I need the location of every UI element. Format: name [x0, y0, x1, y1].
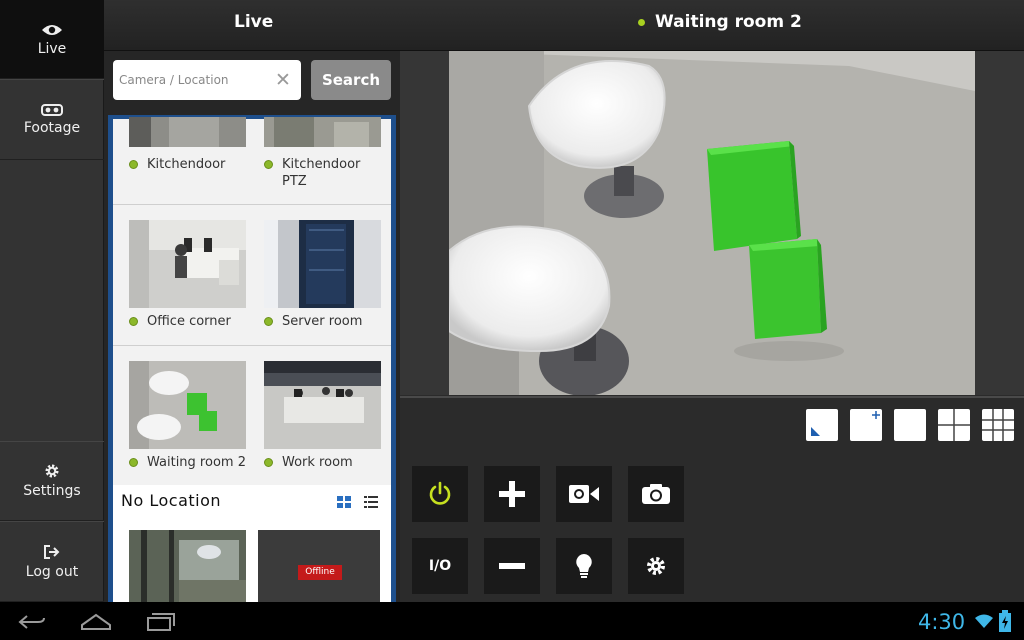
sidebar: Live Footage Settings Log out: [0, 0, 104, 602]
plus-icon: [499, 481, 525, 507]
camera-thumbnail: [129, 361, 246, 449]
camera-title-text: Waiting room 2: [655, 12, 802, 32]
video-camera-icon: [569, 485, 599, 503]
location-group: Kitchendoor Kitchendoor PTZ Office corne…: [113, 117, 391, 487]
divider: [400, 396, 1024, 398]
video-letterbox-left: [400, 51, 449, 395]
zoom-out-button[interactable]: [484, 538, 540, 594]
camera-thumbnail: [264, 117, 381, 147]
layout-add-button[interactable]: [850, 409, 882, 441]
status-indicator: [129, 160, 138, 169]
camera-settings-button[interactable]: [628, 538, 684, 594]
status-indicator: [129, 317, 138, 326]
header: Live Waiting room 2: [104, 0, 1024, 51]
power-icon: [429, 481, 451, 505]
camera-thumbnail: [129, 220, 246, 308]
camera-thumbnail: Offline: [258, 530, 380, 602]
sidebar-item-label: Footage: [23, 119, 81, 136]
layout-2x2-button[interactable]: [938, 409, 970, 441]
home-icon[interactable]: [80, 613, 112, 631]
video-letterbox-right: [975, 51, 1024, 395]
light-bulb-icon: [576, 554, 592, 578]
camera-thumbnail: [264, 361, 381, 449]
logout-icon: [44, 544, 60, 559]
search-button[interactable]: Search: [311, 60, 391, 100]
light-button[interactable]: [556, 538, 612, 594]
sidebar-item-footage[interactable]: Footage: [0, 79, 104, 160]
status-indicator: [264, 458, 273, 467]
camera-label: Waiting room 2: [129, 454, 246, 471]
tape-icon: [41, 103, 63, 116]
camera-label: Kitchendoor: [129, 156, 225, 173]
system-bar: 4:30: [0, 602, 1024, 640]
grid-2x2-icon: [938, 409, 970, 441]
sidebar-item-live[interactable]: Live: [0, 0, 104, 79]
camera-icon: [642, 484, 670, 504]
location-group-no-location: No Location Offline: [113, 485, 391, 602]
location-title: No Location: [121, 491, 222, 510]
sidebar-item-label: Settings: [23, 483, 81, 499]
expand-icon: [811, 427, 820, 436]
table-row: Office corner Server room: [113, 205, 391, 346]
sidebar-item-settings[interactable]: Settings: [0, 441, 104, 521]
eye-icon: [42, 24, 62, 35]
layout-3x3-button[interactable]: [982, 409, 1014, 441]
layout-fullscreen-button[interactable]: [806, 409, 838, 441]
grid-3x3-icon: [982, 409, 1014, 441]
camera-panel: ✕ Search Kitchendoor Kitch: [104, 51, 400, 602]
camera-label: Work room: [264, 454, 353, 471]
gear-icon: [647, 557, 665, 575]
io-button[interactable]: I/O: [412, 538, 468, 594]
camera-thumbnail: [129, 117, 246, 147]
plus-icon: [872, 411, 880, 419]
clock: 4:30: [918, 610, 966, 634]
camera-label: Server room: [264, 313, 362, 330]
record-button[interactable]: [556, 466, 612, 522]
layout-single-button[interactable]: [894, 409, 926, 441]
minus-icon: [499, 563, 525, 569]
gear-icon: [45, 464, 59, 478]
app-window: Live Footage Settings Log out Live Waiti…: [0, 0, 1024, 640]
current-camera-title: Waiting room 2: [638, 12, 802, 32]
camera-label: Office corner: [129, 313, 231, 330]
list-view-icon[interactable]: [364, 496, 378, 508]
status-indicator: [264, 160, 273, 169]
recent-apps-icon[interactable]: [146, 612, 176, 632]
status-indicator: [129, 458, 138, 467]
camera-label: Kitchendoor PTZ: [264, 156, 374, 190]
offline-badge: Offline: [298, 565, 342, 580]
zoom-in-button[interactable]: [484, 466, 540, 522]
search-input[interactable]: [113, 60, 301, 100]
grid-view-icon[interactable]: [337, 496, 351, 508]
io-label: I/O: [428, 558, 452, 574]
wifi-icon: [975, 614, 993, 628]
camera-thumbnail: [129, 530, 246, 602]
table-row: Waiting room 2 Work room: [113, 346, 391, 487]
battery-icon: [999, 610, 1011, 632]
back-icon[interactable]: [18, 614, 46, 630]
table-row: Kitchendoor Kitchendoor PTZ: [113, 117, 391, 205]
status-indicator: [638, 18, 645, 26]
camera-list[interactable]: Kitchendoor Kitchendoor PTZ Office corne…: [108, 115, 396, 602]
camera-thumbnail: [264, 220, 381, 308]
video-feed[interactable]: [449, 51, 975, 395]
sidebar-item-label: Live: [37, 40, 67, 57]
status-indicator: [264, 317, 273, 326]
sidebar-item-label: Log out: [25, 563, 79, 580]
snapshot-button[interactable]: [628, 466, 684, 522]
clear-icon[interactable]: ✕: [274, 70, 292, 90]
page-title: Live: [234, 12, 274, 32]
sidebar-item-logout[interactable]: Log out: [0, 521, 104, 602]
power-button[interactable]: [412, 466, 468, 522]
